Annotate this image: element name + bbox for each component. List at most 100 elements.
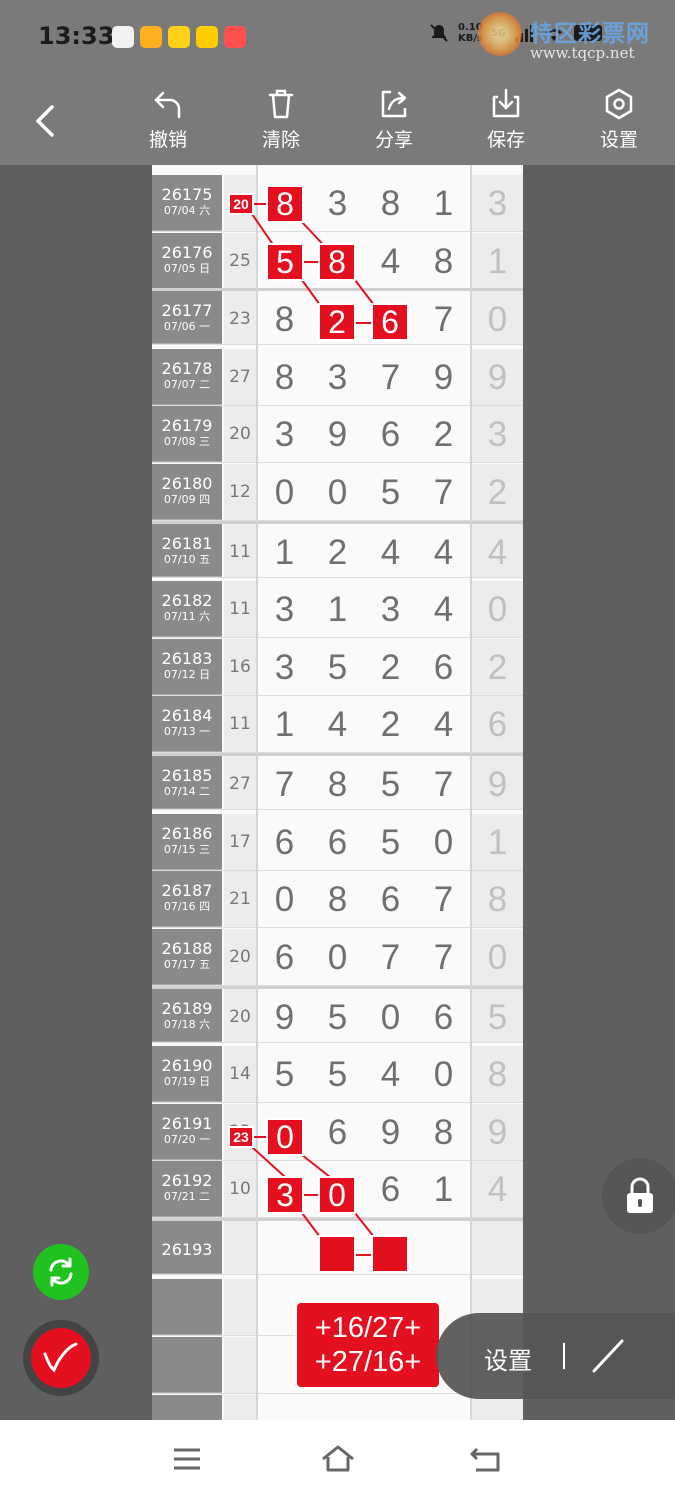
digit-cell[interactable]: 1 xyxy=(258,696,311,752)
digit-cell[interactable]: 5 xyxy=(311,639,364,695)
digit-cell[interactable]: 0 xyxy=(417,814,470,870)
clear-button[interactable]: 清除 xyxy=(241,87,321,152)
digit-cell[interactable]: 0 xyxy=(311,464,364,520)
issue-date: 07/16 四 xyxy=(163,900,211,913)
digit-cell[interactable]: 5 xyxy=(311,1046,364,1102)
digit-cell[interactable]: 0 xyxy=(417,1046,470,1102)
digit-cell[interactable]: 5 xyxy=(364,464,417,520)
digit-cell[interactable]: 0 xyxy=(258,871,311,927)
digit-cell[interactable]: 4 xyxy=(417,696,470,752)
digit-cell[interactable]: 0 xyxy=(364,989,417,1042)
digit-cell[interactable]: 6 xyxy=(258,814,311,870)
pen-button-inner[interactable] xyxy=(31,1328,91,1388)
digit-cell[interactable]: 7 xyxy=(417,756,470,809)
digit-cell[interactable]: 5 xyxy=(258,1046,311,1102)
extra-digit-cell: 9 xyxy=(472,1103,523,1160)
home-icon[interactable] xyxy=(319,1444,357,1474)
digit-cell[interactable] xyxy=(417,1221,470,1274)
digit-cell[interactable]: 6 xyxy=(364,1161,417,1217)
digit-cell[interactable]: 6 xyxy=(364,871,417,927)
digit-cell[interactable]: 3 xyxy=(311,175,364,231)
digit-cell[interactable]: 8 xyxy=(258,291,311,344)
issue-number: 26175 xyxy=(161,185,213,204)
digit-cell[interactable]: 1 xyxy=(311,581,364,637)
settings-pill-label[interactable]: 设置 xyxy=(484,1341,532,1376)
sum-cell: 11 xyxy=(224,581,256,637)
digit-cell[interactable]: 9 xyxy=(258,989,311,1042)
digit-cell[interactable]: 8 xyxy=(417,233,470,289)
digit-cell[interactable]: 6 xyxy=(417,989,470,1042)
digit-cell[interactable]: 1 xyxy=(417,175,470,231)
digit-cell[interactable]: 6 xyxy=(258,929,311,985)
issue-cell: 26177 07/06 一 xyxy=(152,291,222,344)
digit-cell[interactable]: 5 xyxy=(364,756,417,809)
formula-box[interactable]: +16/27+ +27/16+ xyxy=(297,1303,439,1387)
issue-cell: 26190 07/19 日 xyxy=(152,1046,222,1102)
digit-cell[interactable]: 7 xyxy=(364,349,417,405)
digit-cell[interactable]: 7 xyxy=(417,464,470,520)
highlight-empty-cell xyxy=(320,1237,354,1271)
digit-cell[interactable]: 4 xyxy=(417,581,470,637)
digit-cell[interactable]: 2 xyxy=(364,696,417,752)
digit-cell[interactable]: 1 xyxy=(417,1161,470,1217)
undo-button[interactable]: 撤销 xyxy=(128,87,208,152)
digit-cell[interactable]: 1 xyxy=(258,524,311,577)
digit-cell[interactable]: 7 xyxy=(364,929,417,985)
issue-cell: 26187 07/16 四 xyxy=(152,871,222,927)
digit-cell[interactable]: 3 xyxy=(364,581,417,637)
digit-cell[interactable]: 8 xyxy=(311,756,364,809)
refresh-button[interactable] xyxy=(33,1244,89,1300)
digit-cell[interactable]: 6 xyxy=(311,1104,364,1160)
digit-cell[interactable]: 3 xyxy=(258,406,311,462)
digit-cell[interactable]: 0 xyxy=(258,464,311,520)
digit-cell[interactable]: 9 xyxy=(364,1104,417,1160)
slash-icon[interactable] xyxy=(586,1333,630,1377)
digit-cell[interactable]: 3 xyxy=(258,639,311,695)
digit-cell[interactable]: 0 xyxy=(311,929,364,985)
digit-cell[interactable]: 2 xyxy=(417,406,470,462)
trend-grid[interactable]: 2617507/04 六20838132617607/05 日255848126… xyxy=(152,165,523,1420)
digit-cell[interactable]: 6 xyxy=(311,814,364,870)
digit-cell[interactable]: 4 xyxy=(311,696,364,752)
back-button[interactable] xyxy=(30,103,60,139)
issue-cell: 26180 07/09 四 xyxy=(152,463,222,520)
notification-icons xyxy=(112,26,246,48)
digit-cell[interactable]: 4 xyxy=(364,1046,417,1102)
digit-cell[interactable]: 4 xyxy=(417,524,470,577)
pen-button[interactable] xyxy=(23,1320,99,1396)
settings-button[interactable]: 设置 xyxy=(579,87,659,152)
issue-cell: 26181 07/10 五 xyxy=(152,523,222,577)
settings-pill[interactable]: 设置 xyxy=(436,1313,675,1399)
digit-cell[interactable]: 4 xyxy=(364,233,417,289)
digit-cell[interactable]: 8 xyxy=(417,1104,470,1160)
digit-cell[interactable] xyxy=(258,1221,311,1274)
sum-cell: 27 xyxy=(224,348,256,405)
sum-cell: 10 xyxy=(224,1161,256,1217)
digit-cell[interactable]: 2 xyxy=(311,524,364,577)
back-nav-icon[interactable] xyxy=(468,1444,504,1474)
digit-cell[interactable]: 6 xyxy=(417,639,470,695)
digit-cell[interactable]: 3 xyxy=(311,349,364,405)
empty-row xyxy=(152,1395,523,1420)
digit-cell[interactable]: 7 xyxy=(258,756,311,809)
digit-cell[interactable]: 2 xyxy=(364,639,417,695)
digit-cell[interactable]: 5 xyxy=(364,814,417,870)
issue-cell: 26189 07/18 六 xyxy=(152,988,222,1042)
digit-cell[interactable]: 8 xyxy=(311,871,364,927)
save-button[interactable]: 保存 xyxy=(466,87,546,152)
digit-cell[interactable]: 7 xyxy=(417,929,470,985)
lock-button[interactable] xyxy=(602,1158,675,1234)
digit-cell[interactable]: 3 xyxy=(258,581,311,637)
digit-cell[interactable]: 9 xyxy=(311,406,364,462)
digit-cell[interactable]: 5 xyxy=(311,989,364,1042)
digit-cell[interactable]: 7 xyxy=(417,291,470,344)
digit-cell[interactable]: 8 xyxy=(258,349,311,405)
share-button[interactable]: 分享 xyxy=(354,87,434,152)
digit-cell[interactable]: 4 xyxy=(364,524,417,577)
digit-cell[interactable]: 7 xyxy=(417,871,470,927)
digit-cell[interactable]: 8 xyxy=(364,175,417,231)
sum-cell xyxy=(224,1221,256,1274)
digit-cell[interactable]: 9 xyxy=(417,349,470,405)
digit-cell[interactable]: 6 xyxy=(364,406,417,462)
menu-icon[interactable] xyxy=(170,1444,204,1474)
